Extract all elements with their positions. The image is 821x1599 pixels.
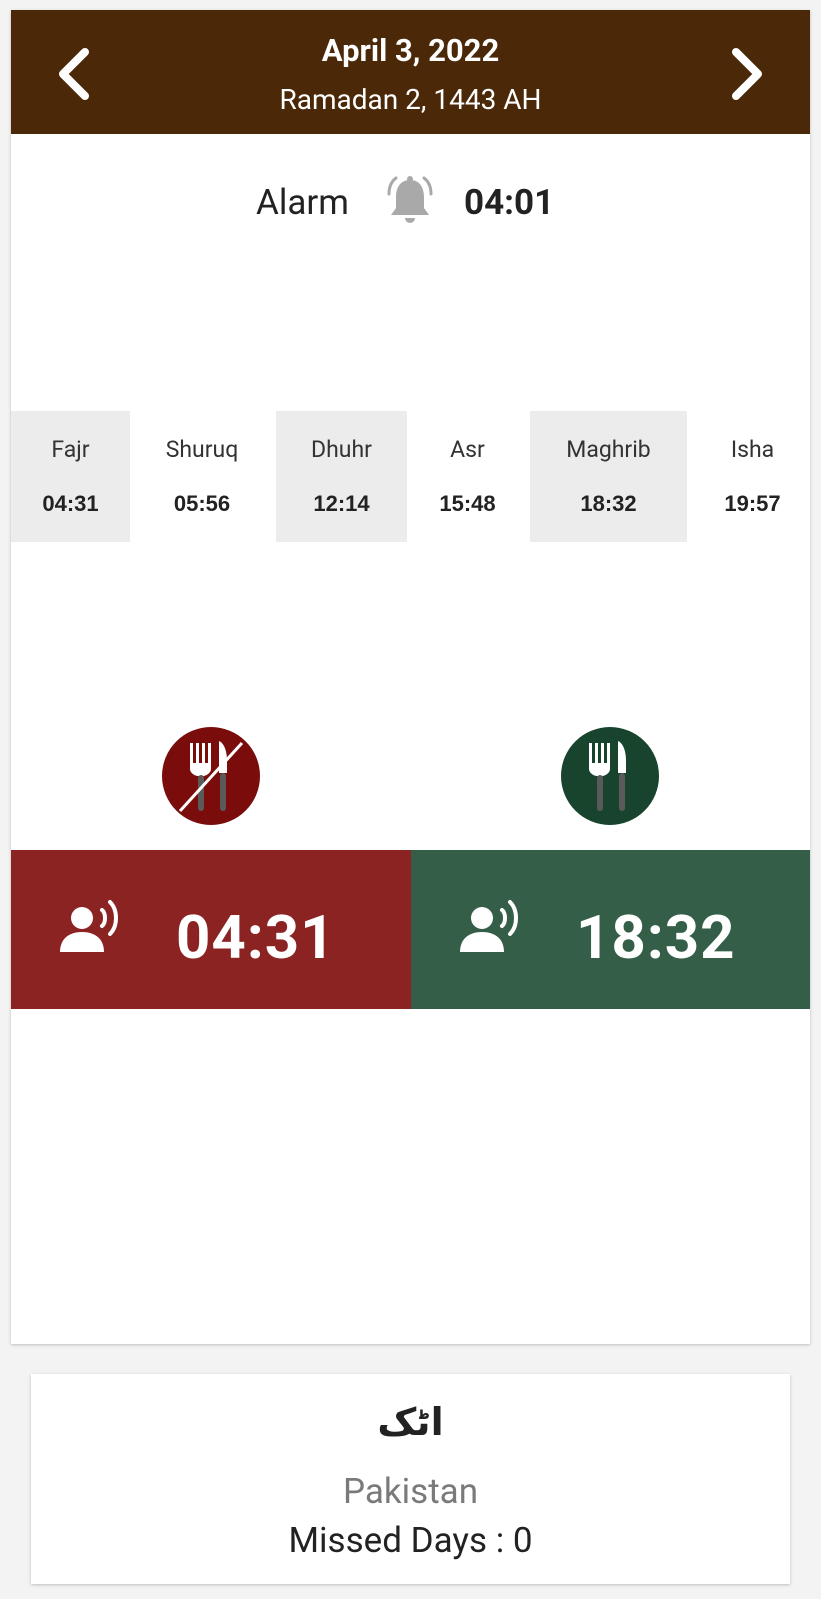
prayer-times-card: April 3, 2022 Ramadan 2, 1443 AH Alarm 0… [11, 10, 810, 1344]
hijri-date: Ramadan 2, 1443 AH [279, 83, 542, 116]
city-name: اٹک [377, 1400, 444, 1444]
prayer-dhuhr: Dhuhr 12:14 [276, 411, 407, 542]
prayer-time: 18:32 [580, 491, 637, 516]
iftar-bar[interactable]: 18:32 [411, 850, 810, 1009]
alarm-time: 04:01 [464, 182, 555, 223]
iftar-time: 18:32 [576, 902, 736, 973]
prayer-name: Maghrib [566, 436, 651, 463]
prayer-shuruq: Shuruq 05:56 [138, 411, 266, 542]
chevron-right-icon[interactable] [728, 46, 768, 102]
sehri-time: 04:31 [176, 902, 336, 973]
prayer-asr: Asr 15:48 [415, 411, 520, 542]
prayer-time: 05:56 [173, 491, 231, 516]
prayer-name: Isha [730, 436, 775, 463]
eating-icon [561, 727, 659, 825]
sehri-iftar-bar: 04:31 18:32 [11, 850, 810, 1009]
prayer-time: 04:31 [42, 491, 99, 516]
prayer-fajr: Fajr 04:31 [11, 411, 130, 542]
country-name: Pakistan [342, 1471, 479, 1512]
bell-ringing-icon[interactable] [381, 172, 439, 230]
adhan-speaker-icon[interactable] [456, 898, 526, 958]
sehri-bar[interactable]: 04:31 [11, 850, 411, 1009]
prayer-isha: Isha 19:57 [695, 411, 810, 542]
prayer-times-row: Fajr 04:31 Shuruq 05:56 Dhuhr 12:14 Asr … [11, 411, 810, 542]
prayer-name: Fajr [51, 436, 90, 463]
date-header: April 3, 2022 Ramadan 2, 1443 AH [11, 10, 810, 134]
prayer-name: Asr [450, 436, 485, 463]
adhan-speaker-icon[interactable] [56, 898, 126, 958]
prayer-time: 15:48 [439, 491, 496, 516]
missed-days: Missed Days : 0 [288, 1520, 533, 1561]
location-card[interactable]: اٹک Pakistan Missed Days : 0 [31, 1374, 790, 1584]
prayer-time: 12:14 [313, 491, 370, 516]
alarm-row[interactable]: Alarm 04:01 [11, 172, 810, 232]
prayer-maghrib: Maghrib 18:32 [530, 411, 687, 542]
gregorian-date: April 3, 2022 [321, 32, 500, 69]
alarm-label: Alarm [256, 182, 349, 223]
prayer-name: Dhuhr [311, 436, 372, 463]
no-eating-icon [162, 727, 260, 825]
prayer-name: Shuruq [165, 436, 239, 463]
prayer-time: 19:57 [724, 491, 781, 516]
